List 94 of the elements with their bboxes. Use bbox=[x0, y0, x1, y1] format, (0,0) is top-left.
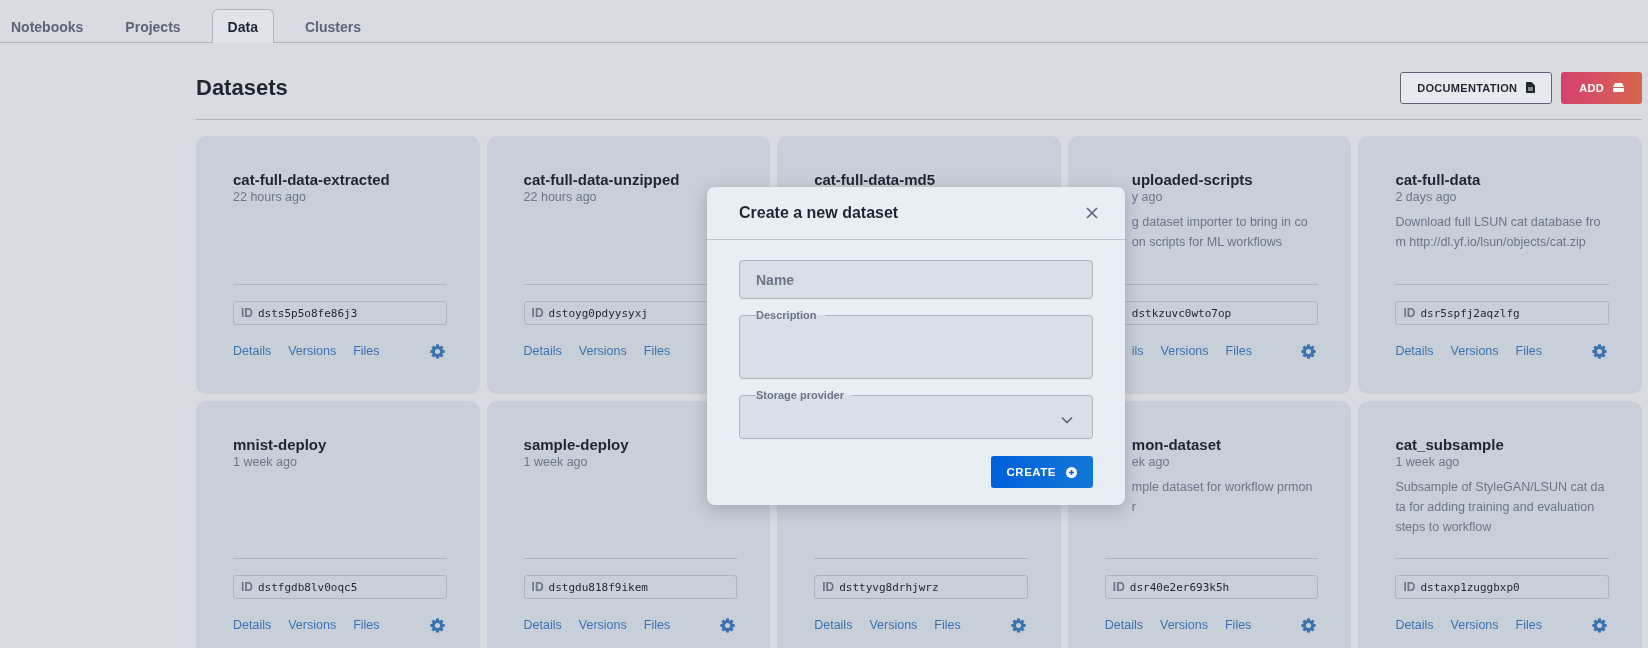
storage-provider-select[interactable]: Storage provider bbox=[739, 389, 1093, 439]
create-button[interactable]: CREATE bbox=[990, 456, 1093, 488]
card-link[interactable]: Files bbox=[1515, 618, 1542, 632]
id-label: ID bbox=[1403, 306, 1416, 320]
dataset-id: dsts5p5o8fe86j3 bbox=[258, 306, 358, 320]
dataset-time: 1 week ago bbox=[1395, 454, 1461, 470]
card-link[interactable]: Versions bbox=[1450, 344, 1499, 358]
chevron-icon bbox=[1061, 416, 1073, 424]
card-link[interactable]: Versions bbox=[578, 344, 627, 358]
id-label: ID bbox=[1403, 580, 1416, 594]
card-link[interactable]: Details bbox=[523, 344, 562, 358]
dataset-id: dsttyvg8drhjwrz bbox=[839, 580, 939, 594]
description-field[interactable]: Description bbox=[739, 309, 1093, 379]
settings-icon[interactable] bbox=[429, 343, 445, 359]
dataset-description: g dataset importer to bring in co bbox=[1130, 214, 1309, 231]
card-link[interactable]: Details bbox=[1395, 344, 1434, 358]
dataset-id: dstgdu818f9ikem bbox=[548, 580, 648, 594]
dataset-id: dstoyg0pdyysyxj bbox=[548, 306, 648, 320]
settings-icon[interactable] bbox=[1592, 617, 1607, 633]
dataset-title: cat-full-data-md5 bbox=[814, 170, 937, 189]
dataset-description: m http://dl.yf.io/lsun/objects/cat.zip bbox=[1395, 234, 1587, 251]
settings-icon[interactable] bbox=[1301, 343, 1317, 359]
card-link[interactable]: Versions bbox=[578, 618, 627, 632]
storage-icon bbox=[1613, 83, 1624, 92]
card-link[interactable]: Details bbox=[1395, 618, 1434, 632]
dataset-id: dsr5spfj2aqzlfg bbox=[1420, 306, 1520, 320]
card-link[interactable]: Details bbox=[814, 618, 853, 632]
add-button[interactable]: ADD bbox=[1561, 71, 1642, 104]
id-label: ID bbox=[241, 580, 253, 594]
dataset-title: mon-dataset bbox=[1130, 435, 1222, 454]
card-link[interactable]: Files bbox=[353, 344, 380, 358]
dataset-description: Download full LSUN cat database fro bbox=[1395, 214, 1602, 231]
card-link[interactable]: Versions bbox=[1160, 344, 1209, 358]
settings-icon[interactable] bbox=[720, 617, 736, 633]
documentation-button[interactable]: DOCUMENTATION bbox=[1400, 71, 1553, 104]
nav-tab[interactable]: Data bbox=[211, 9, 274, 43]
settings-icon[interactable] bbox=[1592, 343, 1607, 359]
card-link[interactable]: Versions bbox=[869, 618, 918, 632]
settings-icon[interactable] bbox=[429, 617, 445, 633]
dataset-id: dstaxp1zuggbxp0 bbox=[1420, 580, 1520, 594]
card-link[interactable]: Versions bbox=[1450, 618, 1499, 632]
dataset-description: on scripts for ML workflows bbox=[1130, 234, 1284, 251]
card-link[interactable]: Files bbox=[353, 618, 380, 632]
name-field[interactable]: Name bbox=[739, 260, 1093, 299]
id-label: ID bbox=[1112, 580, 1125, 594]
dataset-title: sample-deploy bbox=[523, 435, 630, 454]
dialog-title: Create a new dataset bbox=[739, 204, 899, 222]
card-link[interactable]: Files bbox=[1225, 344, 1252, 358]
dataset-time: 1 week ago bbox=[523, 454, 589, 470]
card-link[interactable]: Details bbox=[1104, 618, 1143, 632]
dataset-time: 2 days ago bbox=[1395, 189, 1458, 205]
card-link[interactable]: Files bbox=[1224, 618, 1252, 632]
plus-circle-icon bbox=[1066, 466, 1077, 478]
card-link[interactable]: Files bbox=[934, 618, 961, 632]
card-link[interactable]: Details bbox=[233, 618, 272, 632]
dataset-time: 1 week ago bbox=[233, 454, 298, 470]
dataset-description: Subsample of StyleGAN/LSUN cat da bbox=[1395, 479, 1606, 496]
id-label: ID bbox=[822, 580, 835, 594]
dataset-time: y ago bbox=[1130, 189, 1164, 205]
dataset-description: ta for adding training and evaluation bbox=[1395, 499, 1596, 516]
dataset-id: dstkzuvc0wto7op bbox=[1130, 306, 1232, 320]
card-link[interactable]: Details bbox=[233, 344, 272, 358]
card-link[interactable]: Files bbox=[643, 618, 671, 632]
id-label: ID bbox=[241, 306, 253, 320]
settings-icon[interactable] bbox=[1010, 617, 1026, 633]
card-link[interactable]: Versions bbox=[288, 618, 337, 632]
card-link[interactable]: Files bbox=[643, 344, 671, 358]
dataset-title: cat-full-data-extracted bbox=[233, 170, 391, 189]
dataset-description: r bbox=[1130, 499, 1137, 516]
dataset-title: uploaded-scripts bbox=[1130, 170, 1254, 189]
dataset-id: dstfgdb8lv0oqc5 bbox=[258, 580, 358, 594]
card-link[interactable]: Files bbox=[1515, 344, 1542, 358]
dataset-id: dsr40e2er693k5h bbox=[1129, 580, 1230, 594]
page-title: Datasets bbox=[196, 74, 288, 101]
dataset-title: mnist-deploy bbox=[233, 435, 328, 454]
card-link[interactable]: Versions bbox=[1160, 618, 1208, 632]
settings-icon[interactable] bbox=[1301, 617, 1317, 633]
dataset-description: steps to workflow bbox=[1395, 519, 1493, 536]
id-label: ID bbox=[531, 306, 544, 320]
dataset-title: cat_subsample bbox=[1395, 435, 1505, 454]
document-icon bbox=[1526, 82, 1536, 93]
nav-tab[interactable]: Clusters bbox=[293, 9, 372, 43]
close-icon[interactable] bbox=[1086, 207, 1098, 219]
dataset-time: 22 hours ago bbox=[233, 189, 307, 205]
dataset-time: ek ago bbox=[1130, 454, 1171, 470]
nav-tab[interactable]: Projects bbox=[114, 9, 192, 43]
card-link[interactable]: Versions bbox=[288, 344, 337, 358]
card-link[interactable]: Details bbox=[523, 618, 562, 632]
id-label: ID bbox=[531, 580, 544, 594]
nav-tab[interactable]: Notebooks bbox=[0, 9, 95, 43]
dataset-description: mple dataset for workflow prmon bbox=[1130, 479, 1314, 496]
dataset-title: cat-full-data bbox=[1395, 170, 1482, 189]
dataset-title: cat-full-data-unzipped bbox=[523, 170, 681, 189]
dataset-time: 22 hours ago bbox=[523, 189, 598, 205]
